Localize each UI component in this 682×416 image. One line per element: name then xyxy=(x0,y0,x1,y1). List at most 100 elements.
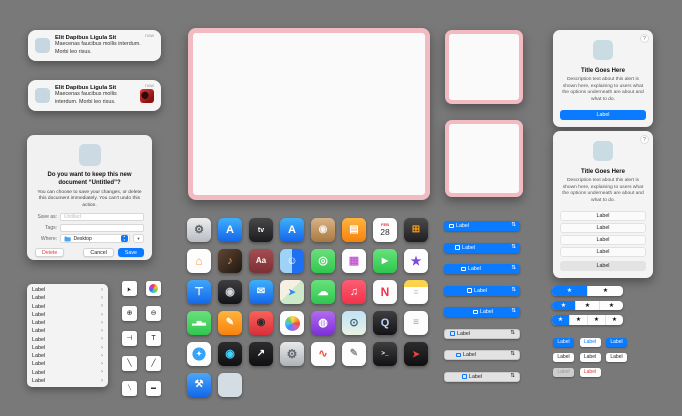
app-icon-calendar[interactable]: FEB28 xyxy=(373,218,397,242)
list-item[interactable]: Label› xyxy=(27,369,108,376)
alert-button-plain[interactable]: Label xyxy=(560,223,646,233)
cursor-tool-button[interactable]: ➤ xyxy=(122,281,137,296)
popup-button-blue[interactable]: Label⇅ xyxy=(444,286,520,296)
alert-button-plain[interactable]: Label xyxy=(560,211,646,221)
list-item[interactable]: Label› xyxy=(27,361,108,368)
list-item[interactable]: Label› xyxy=(27,287,108,294)
star-segment[interactable]: ★ xyxy=(605,315,623,325)
app-icon-logic-pro[interactable]: ◉ xyxy=(218,280,242,304)
save-button[interactable]: Save xyxy=(118,248,144,257)
color-picker-tool-button[interactable] xyxy=(146,281,161,296)
app-icon-dictionary[interactable]: Aa xyxy=(249,249,273,273)
flip-tool-button[interactable]: ⊣ xyxy=(122,331,137,346)
popup-button-blue[interactable]: Label⇅ xyxy=(444,221,520,231)
pencil-tool-button[interactable]: ╲ xyxy=(122,381,137,396)
app-icon-facetime[interactable]: ▶ xyxy=(373,249,397,273)
star-segment-selected[interactable]: ★ xyxy=(552,286,587,296)
expand-dropdown-button[interactable]: ▾ xyxy=(133,234,144,243)
arrow-tool-button[interactable]: ╱ xyxy=(146,356,161,371)
app-icon-garageband[interactable]: ♪ xyxy=(218,249,242,273)
help-button[interactable]: ? xyxy=(640,135,649,144)
app-icon-photo-booth[interactable]: ◉ xyxy=(249,311,273,335)
app-icon-safari[interactable]: ✦ xyxy=(187,342,211,366)
where-popup[interactable]: Desktop ▴ ▾ xyxy=(60,234,130,243)
app-icon-maps[interactable]: ➤ xyxy=(280,280,304,304)
small-button-primary[interactable]: Label xyxy=(553,338,574,347)
popup-button-gray[interactable]: Label⇅ xyxy=(444,372,520,382)
list-item[interactable]: Label› xyxy=(27,295,108,302)
cancel-button[interactable]: Cancel xyxy=(83,248,114,257)
popup-button-blue[interactable]: Label⇅ xyxy=(444,243,520,253)
alert-button-plain[interactable]: Label xyxy=(560,247,646,257)
app-icon-siri[interactable]: ◉ xyxy=(218,342,242,366)
list-item[interactable]: Label› xyxy=(27,328,108,335)
tags-input[interactable] xyxy=(60,224,144,232)
small-button-plain[interactable]: Label xyxy=(606,353,627,362)
star-segment[interactable]: ★ xyxy=(575,301,599,311)
delete-button[interactable]: Delete xyxy=(35,248,64,257)
small-button-plain[interactable]: Label xyxy=(553,353,574,362)
app-icon-fitness[interactable]: ◎ xyxy=(311,249,335,273)
app-icon-messages[interactable]: ☁ xyxy=(311,280,335,304)
small-button-disabled[interactable]: Label xyxy=(553,368,574,377)
zoom-out-tool-button[interactable]: ⊖ xyxy=(146,306,161,321)
app-icon-contacts[interactable]: ◉ xyxy=(311,218,335,242)
app-icon-notes[interactable]: ≡ xyxy=(404,280,428,304)
star-segment-selected[interactable]: ★ xyxy=(552,315,569,325)
small-button-outline-blue[interactable]: Label xyxy=(580,338,601,347)
app-icon-numbers[interactable]: ▂▅▃ xyxy=(187,311,211,335)
app-icon-mail[interactable]: ✉ xyxy=(249,280,273,304)
app-icon-podcasts[interactable]: ◍ xyxy=(311,311,335,335)
app-icon-app-store-2[interactable]: A xyxy=(280,218,304,242)
app-icon-app-placeholder[interactable] xyxy=(218,373,242,397)
small-button-primary[interactable]: Label xyxy=(606,338,627,347)
notification-banner[interactable]: Elit Dapibus Ligula Sit Maecenas faucibu… xyxy=(28,30,161,61)
list-item[interactable]: Label› xyxy=(27,336,108,343)
app-icon-keynote[interactable]: ⊤ xyxy=(187,280,211,304)
notification-banner-with-art[interactable]: Elit Dapibus Ligula Sit Maecenas faucibu… xyxy=(28,80,161,111)
app-icon-news[interactable]: N xyxy=(373,280,397,304)
small-button-plain[interactable]: Label xyxy=(580,353,601,362)
shape-tool-button[interactable]: ▬ xyxy=(146,381,161,396)
list-item[interactable]: Label› xyxy=(27,353,108,360)
app-icon-system-preferences[interactable]: ⚙ xyxy=(280,342,304,366)
app-icon-calculator[interactable]: ⊞ xyxy=(404,218,428,242)
small-button-destructive[interactable]: Label xyxy=(580,368,601,377)
alert-button-gray[interactable]: Label xyxy=(560,261,646,271)
zoom-in-tool-button[interactable]: ⊕ xyxy=(122,306,137,321)
app-icon-automator[interactable]: ⚙ xyxy=(187,218,211,242)
app-icon-preview[interactable]: ⊙ xyxy=(342,311,366,335)
app-icon-pages[interactable]: ✎ xyxy=(218,311,242,335)
app-icon-stocks[interactable]: ↗ xyxy=(249,342,273,366)
stepper-icon[interactable]: ▴ ▾ xyxy=(121,235,129,243)
app-icon-imovie[interactable]: ★ xyxy=(404,249,428,273)
popup-button-gray[interactable]: Label⇅ xyxy=(444,350,520,360)
app-icon-home[interactable]: ⌂ xyxy=(187,249,211,273)
app-icon-terminal[interactable]: >_ xyxy=(373,342,397,366)
app-icon-textedit[interactable]: ✎ xyxy=(342,342,366,366)
star-segment-selected[interactable]: ★ xyxy=(552,301,575,311)
star-segment[interactable]: ★ xyxy=(569,315,587,325)
app-icon-music[interactable]: ♫ xyxy=(342,280,366,304)
alert-button-primary[interactable]: Label xyxy=(560,110,646,120)
app-icon-apple-tv[interactable]: tv xyxy=(249,218,273,242)
popup-button-blue[interactable]: Label⇅ xyxy=(444,307,520,317)
app-icon-reminders[interactable]: ≡ xyxy=(404,311,428,335)
app-icon-finder[interactable]: ☺ xyxy=(280,249,304,273)
app-icon-swift-playgrounds[interactable]: ∿ xyxy=(311,342,335,366)
text-tool-button[interactable]: T xyxy=(146,331,161,346)
list-item[interactable]: Label› xyxy=(27,312,108,319)
list-item[interactable]: Label› xyxy=(27,320,108,327)
app-icon-xcode[interactable]: ⚒ xyxy=(187,373,211,397)
list-item[interactable]: Label› xyxy=(27,303,108,310)
app-icon-quicktime[interactable]: Q xyxy=(373,311,397,335)
list-item[interactable]: Label› xyxy=(27,345,108,352)
app-icon-app-store[interactable]: A xyxy=(218,218,242,242)
star-segment[interactable]: ★ xyxy=(587,286,623,296)
line-tool-button[interactable]: ╲ xyxy=(122,356,137,371)
popup-button-gray[interactable]: Label⇅ xyxy=(444,329,520,339)
alert-button-plain[interactable]: Label xyxy=(560,235,646,245)
app-icon-motion[interactable]: ➤ xyxy=(404,342,428,366)
list-item[interactable]: Label› xyxy=(27,378,108,385)
save-as-input[interactable] xyxy=(60,213,144,221)
